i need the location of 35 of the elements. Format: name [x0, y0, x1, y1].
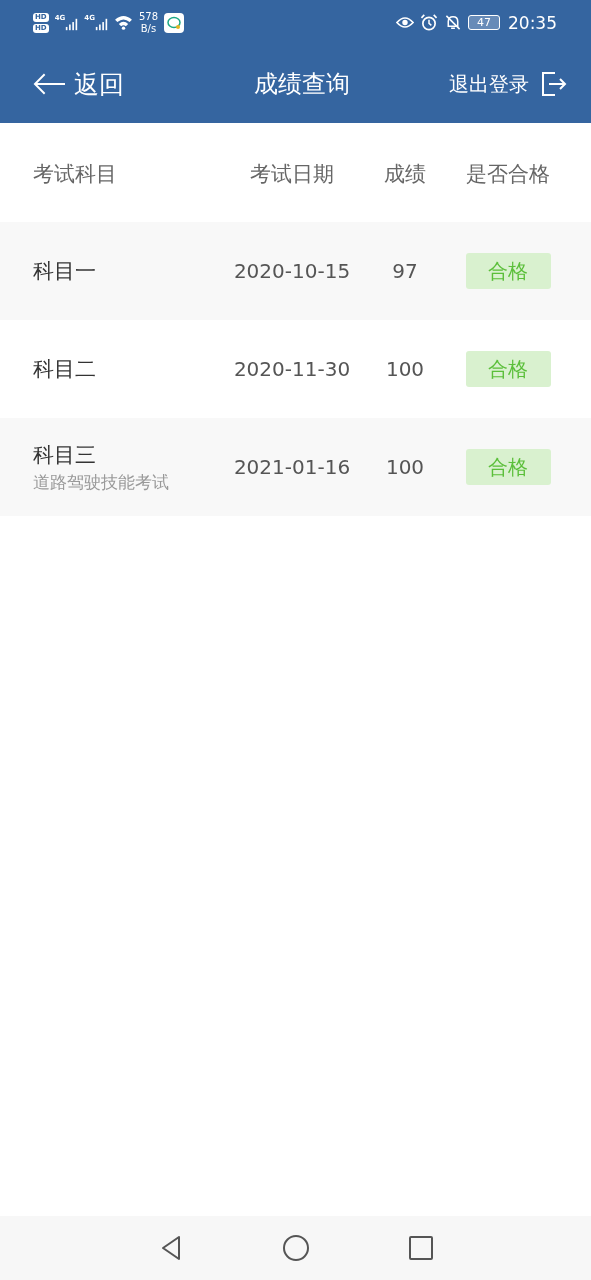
chat-app-icon: [164, 12, 184, 33]
speed-value: 578: [138, 10, 158, 23]
column-header: 是否合格: [465, 160, 551, 188]
result-badge: 合格: [465, 351, 551, 387]
subject-description: 道路驾驶技能考试: [33, 470, 170, 494]
result-badge: 合格: [465, 449, 551, 485]
subject-name: 科目二: [33, 356, 97, 383]
eye-icon: [396, 14, 414, 31]
recents-nav-icon[interactable]: [406, 1234, 435, 1262]
exam-score: 100: [384, 357, 426, 381]
home-nav-icon[interactable]: [281, 1234, 310, 1262]
exam-date: 2020-11-30: [232, 357, 352, 381]
back-arrow-icon: [33, 72, 66, 96]
subject-name: 科目三: [33, 441, 97, 469]
result-badge: 合格: [465, 253, 551, 289]
logout-icon: [541, 71, 567, 97]
muted-bell-icon: [444, 14, 462, 31]
back-button[interactable]: 返回: [33, 67, 124, 101]
logout-button[interactable]: 退出登录: [449, 70, 567, 98]
clock-time: 20:35: [508, 12, 557, 33]
column-header: 考试科目: [33, 160, 118, 188]
speed-unit: B/s: [140, 22, 157, 35]
battery-indicator: 47: [468, 15, 500, 30]
signal-icon: [65, 18, 79, 31]
exam-date: 2020-10-15: [232, 259, 352, 283]
exam-score: 100: [384, 455, 426, 479]
alarm-icon: [420, 14, 438, 31]
subject-name: 科目一: [33, 258, 97, 285]
column-header: 成绩: [383, 160, 427, 188]
column-header: 考试日期: [249, 160, 335, 188]
wifi-icon: [113, 15, 133, 30]
exam-score: 97: [391, 259, 419, 283]
exam-date: 2021-01-16: [232, 455, 352, 479]
signal-icon: [94, 18, 108, 31]
page-title: 成绩查询: [253, 69, 350, 100]
